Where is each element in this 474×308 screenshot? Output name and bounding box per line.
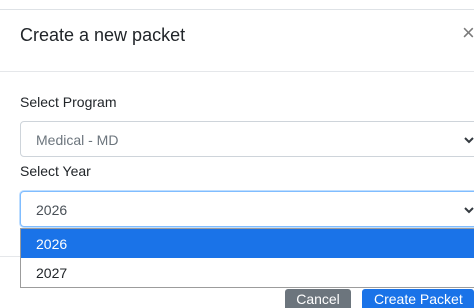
year-label: Select Year: [20, 163, 91, 179]
modal-title: Create a new packet: [20, 25, 186, 45]
chevron-down-icon: [464, 207, 474, 214]
year-select[interactable]: 2026: [20, 191, 474, 227]
program-select-value: Medical - MD: [36, 132, 119, 148]
year-option-label: 2026: [36, 236, 68, 252]
cancel-button[interactable]: Cancel: [285, 289, 351, 308]
year-option-label: 2027: [36, 265, 68, 281]
program-select[interactable]: Medical - MD: [20, 121, 474, 157]
chevron-down-icon: [464, 137, 474, 144]
year-dropdown-list: 2026 2027: [20, 228, 474, 288]
year-option[interactable]: 2027: [21, 258, 474, 287]
footer-divider: [0, 256, 20, 257]
create-packet-button[interactable]: Create Packet: [362, 289, 474, 308]
program-label: Select Program: [20, 94, 117, 110]
create-packet-modal: Create a new packet × Select Program Med…: [0, 0, 474, 308]
year-option[interactable]: 2026: [21, 229, 474, 258]
year-select-value: 2026: [36, 202, 68, 218]
close-icon[interactable]: ×: [462, 22, 474, 44]
